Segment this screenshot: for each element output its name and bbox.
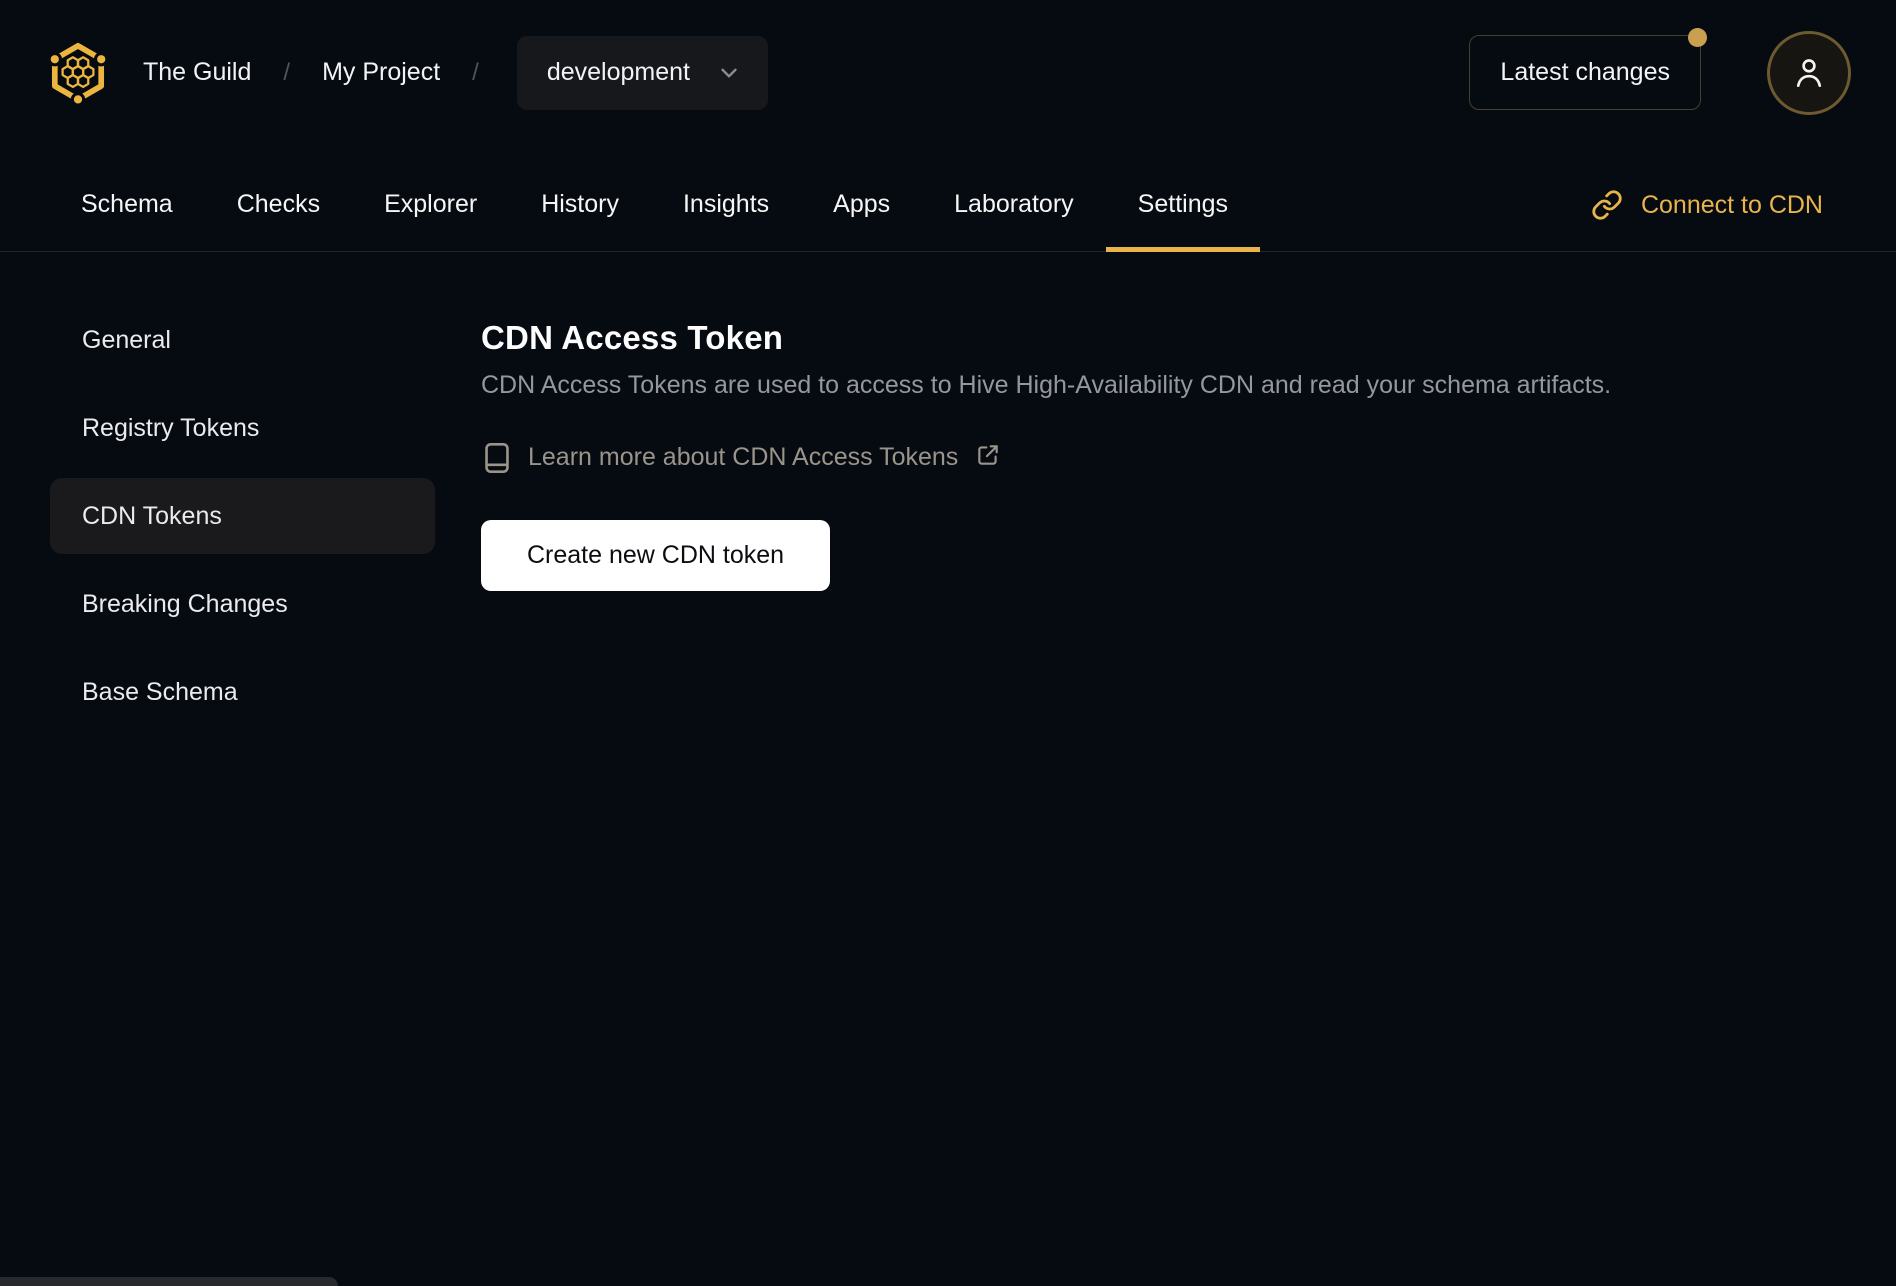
tab-label: History [541, 190, 619, 218]
page-description: CDN Access Tokens are used to access to … [481, 370, 1612, 399]
sidebar-item-cdn-tokens[interactable]: CDN Tokens [50, 478, 435, 554]
tab-insights[interactable]: Insights [651, 190, 801, 251]
sidebar-item-registry-tokens[interactable]: Registry Tokens [50, 390, 435, 466]
sidebar-item-label: General [82, 325, 171, 354]
chevron-down-icon [721, 68, 737, 77]
breadcrumb: The Guild / My Project / development [45, 35, 768, 110]
settings-side-nav: General Registry Tokens CDN Tokens Break… [50, 252, 435, 730]
tab-explorer[interactable]: Explorer [352, 190, 509, 251]
sidebar-item-label: Breaking Changes [82, 589, 288, 618]
tab-settings[interactable]: Settings [1105, 190, 1261, 252]
notification-dot [1688, 28, 1707, 47]
tab-label: Apps [833, 190, 891, 218]
tab-checks[interactable]: Checks [205, 190, 352, 251]
link-icon [1592, 190, 1622, 220]
target-tabs-bar: Schema Checks Explorer History Insights … [0, 145, 1896, 252]
settings-layout: General Registry Tokens CDN Tokens Break… [0, 252, 1896, 730]
book-icon [485, 442, 509, 473]
tab-label: Insights [682, 190, 770, 218]
target-selector-value: development [546, 58, 690, 86]
user-icon [1796, 58, 1822, 87]
tab-label: Laboratory [954, 190, 1074, 218]
tab-list: Schema Checks Explorer History Insights … [49, 190, 1261, 252]
tab-history[interactable]: History [509, 190, 651, 251]
hive-logo[interactable] [45, 36, 111, 109]
external-link-icon [978, 445, 999, 465]
learn-more-link[interactable]: Learn more about CDN Access Tokens [481, 441, 1001, 475]
sidebar-item-label: Registry Tokens [82, 413, 260, 442]
learn-more-label: Learn more about CDN Access Tokens [528, 443, 959, 472]
user-menu-button[interactable] [1767, 30, 1851, 115]
tab-schema[interactable]: Schema [49, 190, 205, 251]
hive-logo-icon [47, 42, 109, 107]
breadcrumb-separator: / [283, 58, 291, 86]
horizontal-scrollbar-thumb[interactable] [0, 1277, 338, 1286]
create-cdn-token-label: Create new CDN token [526, 540, 785, 569]
tab-label: Settings [1137, 190, 1229, 218]
connect-to-cdn-label: Connect to CDN [1640, 190, 1823, 219]
cdn-tokens-panel: CDN Access Token CDN Access Tokens are u… [435, 252, 1896, 591]
breadcrumb-project[interactable]: My Project [322, 58, 440, 87]
sidebar-item-label: CDN Tokens [82, 501, 222, 530]
tab-laboratory[interactable]: Laboratory [922, 190, 1106, 251]
tab-label: Explorer [384, 190, 478, 218]
sidebar-item-base-schema[interactable]: Base Schema [50, 654, 435, 730]
breadcrumb-separator: / [472, 58, 479, 86]
latest-changes-label: Latest changes [1500, 58, 1670, 86]
target-selector-dropdown[interactable]: development [516, 35, 768, 110]
page-title: CDN Access Token [481, 319, 784, 356]
sidebar-item-general[interactable]: General [50, 302, 435, 378]
sidebar-item-breaking-changes[interactable]: Breaking Changes [50, 566, 435, 642]
connect-to-cdn-link[interactable]: Connect to CDN [1591, 189, 1851, 251]
create-cdn-token-button[interactable]: Create new CDN token [481, 519, 830, 591]
top-bar: The Guild / My Project / development Lat… [0, 0, 1896, 145]
breadcrumb-organization[interactable]: The Guild [143, 58, 251, 87]
sidebar-item-label: Base Schema [82, 677, 238, 706]
tab-label: Checks [236, 190, 321, 218]
latest-changes-button[interactable]: Latest changes [1469, 28, 1707, 110]
tab-apps[interactable]: Apps [801, 190, 922, 251]
tab-label: Schema [81, 190, 173, 218]
